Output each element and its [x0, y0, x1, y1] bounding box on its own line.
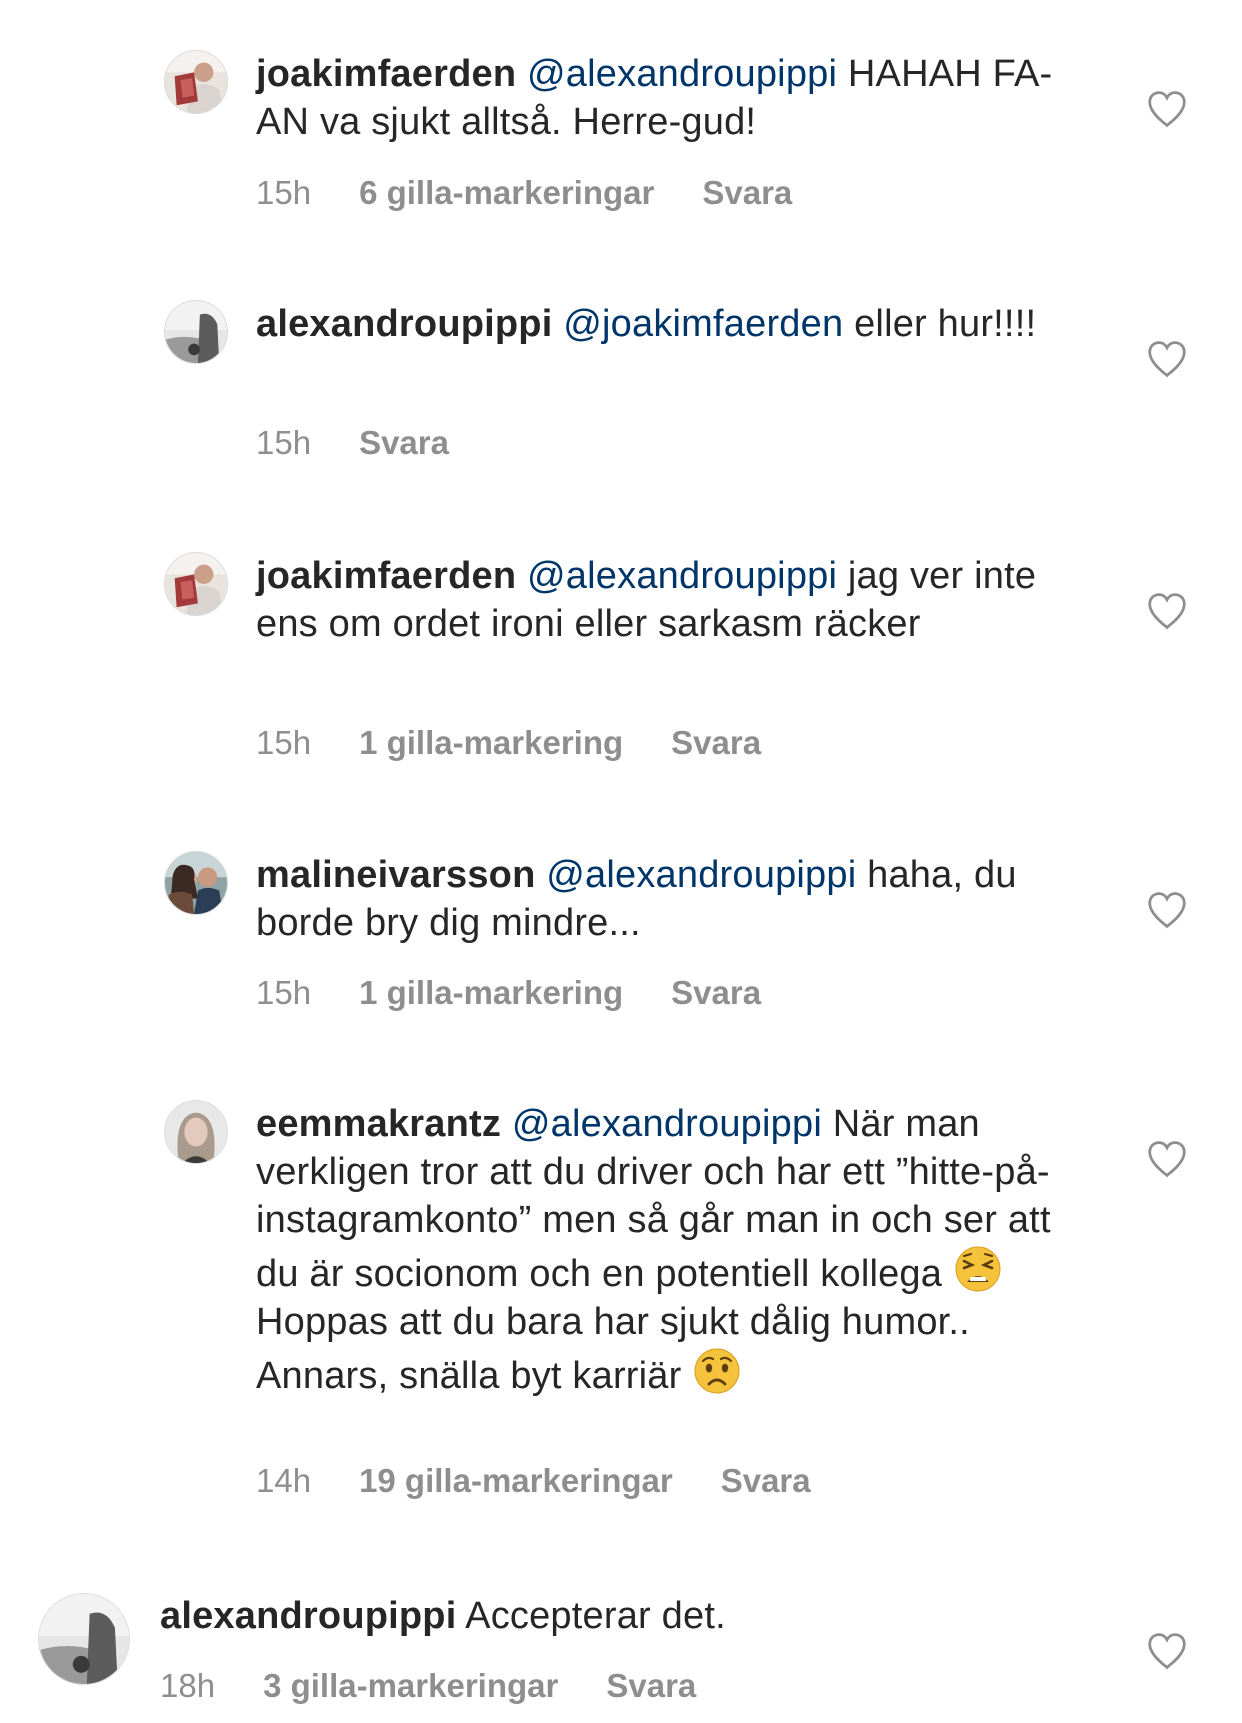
comment-likes[interactable]: 19 gilla-markeringar	[359, 1461, 673, 1501]
reply-button[interactable]: Svara	[606, 1666, 696, 1706]
avatar[interactable]	[164, 300, 228, 364]
avatar[interactable]	[38, 1593, 130, 1685]
comment-username[interactable]: alexandroupippi	[256, 303, 552, 345]
comment-body: eemmakrantz @alexandroupippi När man ver…	[256, 1100, 1056, 1400]
comment-meta: 15h 1 gilla-markering Svara	[256, 973, 761, 1013]
comment-body: joakimfaerden @alexandroupippi HAHAH FA-…	[256, 50, 1056, 146]
heart-icon[interactable]	[1146, 90, 1188, 128]
comment-username[interactable]: alexandroupippi	[160, 1595, 456, 1637]
comment-meta: 18h 3 gilla-markeringar Svara	[160, 1666, 696, 1706]
worried-face-emoji	[692, 1346, 742, 1396]
reply-button[interactable]: Svara	[359, 423, 449, 463]
comment-mention[interactable]: @alexandroupippi	[512, 1103, 822, 1145]
comment-likes[interactable]: 6 gilla-markeringar	[359, 173, 654, 213]
comment-text: Hoppas att du bara har sjukt dålig humor…	[256, 1301, 970, 1397]
comment-mention[interactable]: @joakimfaerden	[563, 303, 843, 345]
comment-likes[interactable]: 3 gilla-markeringar	[263, 1666, 558, 1706]
comment-likes[interactable]: 1 gilla-markering	[359, 723, 623, 763]
comment-time: 14h	[256, 1462, 312, 1499]
comment-mention[interactable]: @alexandroupippi	[546, 854, 856, 896]
comment-body: alexandroupippi @joakimfaerden eller hur…	[256, 300, 1056, 348]
reply-button[interactable]: Svara	[671, 723, 761, 763]
avatar[interactable]	[164, 851, 228, 915]
reply-button[interactable]: Svara	[721, 1461, 811, 1501]
comment-time: 18h	[160, 1667, 216, 1704]
heart-icon[interactable]	[1146, 891, 1188, 929]
comment-text: Accepterar det.	[465, 1595, 726, 1637]
comment-text: eller hur!!!!	[854, 303, 1037, 345]
comment-time: 15h	[256, 724, 312, 761]
heart-icon[interactable]	[1146, 340, 1188, 378]
comment-meta: 14h 19 gilla-markeringar Svara	[256, 1461, 811, 1501]
comment-mention[interactable]: @alexandroupippi	[527, 53, 837, 95]
comment-username[interactable]: eemmakrantz	[256, 1103, 501, 1145]
reply-button[interactable]: Svara	[671, 973, 761, 1013]
comment-username[interactable]: malineivarsson	[256, 854, 536, 896]
comment-body: alexandroupippi Accepterar det.	[160, 1592, 1060, 1640]
comment-mention[interactable]: @alexandroupippi	[527, 555, 837, 597]
tired-face-emoji	[953, 1244, 1003, 1294]
avatar[interactable]	[164, 1100, 228, 1164]
avatar[interactable]	[164, 552, 228, 616]
reply-button[interactable]: Svara	[702, 173, 792, 213]
comment-time: 15h	[256, 974, 312, 1011]
comment-username[interactable]: joakimfaerden	[256, 555, 516, 597]
comment-meta: 15h 1 gilla-markering Svara	[256, 723, 761, 763]
comment-username[interactable]: joakimfaerden	[256, 53, 516, 95]
comment-meta: 15h 6 gilla-markeringar Svara	[256, 173, 792, 213]
comment-time: 15h	[256, 174, 312, 211]
comment-body: malineivarsson @alexandroupippi haha, du…	[256, 851, 1056, 947]
comment-thread: joakimfaerden @alexandroupippi HAHAH FA-…	[0, 0, 1242, 1723]
avatar[interactable]	[164, 50, 228, 114]
comment-time: 15h	[256, 424, 312, 461]
comment-likes[interactable]: 1 gilla-markering	[359, 973, 623, 1013]
heart-icon[interactable]	[1146, 1632, 1188, 1670]
heart-icon[interactable]	[1146, 1140, 1188, 1178]
heart-icon[interactable]	[1146, 592, 1188, 630]
comment-meta: 15h Svara	[256, 423, 449, 463]
comment-body: joakimfaerden @alexandroupippi jag ver i…	[256, 552, 1056, 648]
